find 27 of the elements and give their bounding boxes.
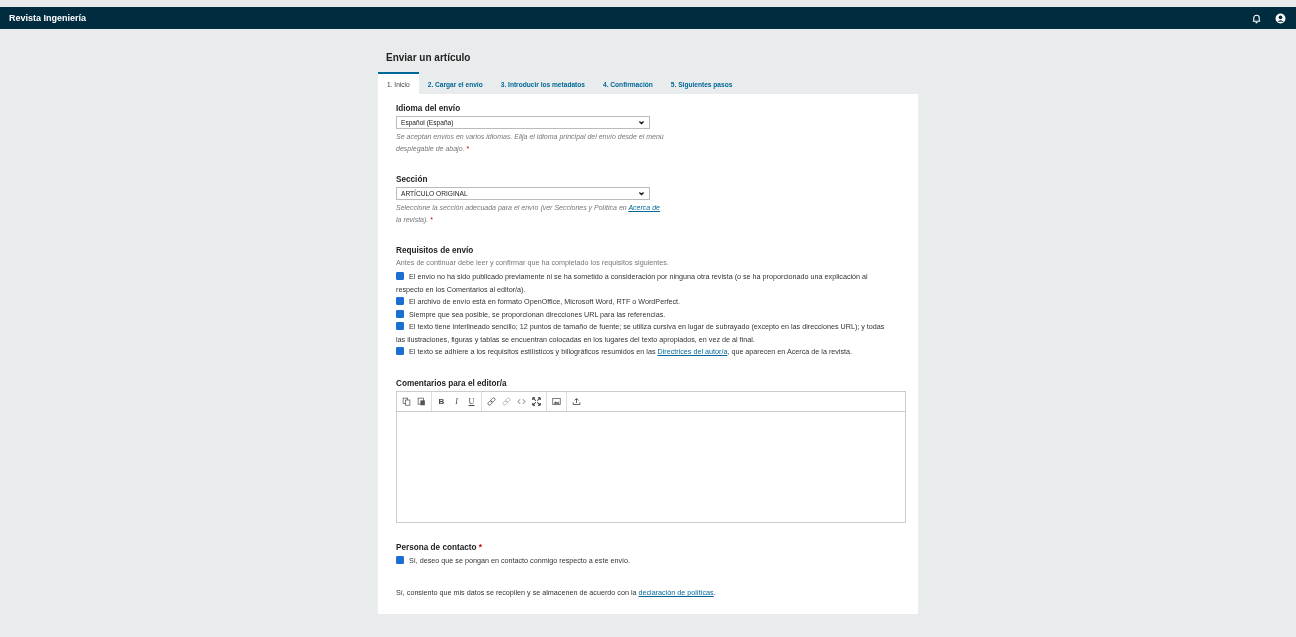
link-icon[interactable] <box>487 396 496 406</box>
user-avatar-icon[interactable] <box>1275 12 1286 24</box>
checkbox[interactable] <box>396 555 404 564</box>
section-heading: Requisitos de envío <box>396 246 475 255</box>
paste-icon[interactable] <box>417 396 426 406</box>
bold-button[interactable]: B <box>437 396 446 406</box>
checkbox[interactable] <box>396 297 404 305</box>
image-icon[interactable] <box>552 396 561 406</box>
upload-icon[interactable] <box>572 396 581 406</box>
site-title[interactable]: Revista Ingeniería <box>9 13 87 23</box>
copy-icon[interactable] <box>402 396 411 406</box>
checkbox[interactable] <box>396 322 404 330</box>
underline-button[interactable]: U <box>467 396 476 406</box>
field-label: Comentarios para el editor/a <box>396 378 508 388</box>
checkbox[interactable] <box>396 347 404 355</box>
page-title: Enviar un artículo <box>385 51 472 65</box>
checkbox[interactable] <box>396 309 404 318</box>
comment-editor[interactable]: B I U <box>396 390 906 523</box>
field-label: Sección <box>396 175 429 184</box>
checkbox[interactable] <box>396 272 404 280</box>
field-label: Persona de contacto * <box>396 542 483 552</box>
fullscreen-icon[interactable] <box>532 396 541 406</box>
chevron-icon <box>638 119 645 126</box>
bell-icon[interactable] <box>1251 12 1262 24</box>
field-label: Idioma del envío <box>396 104 462 113</box>
chevron-icon <box>638 190 645 197</box>
italic-button[interactable]: I <box>452 396 461 406</box>
